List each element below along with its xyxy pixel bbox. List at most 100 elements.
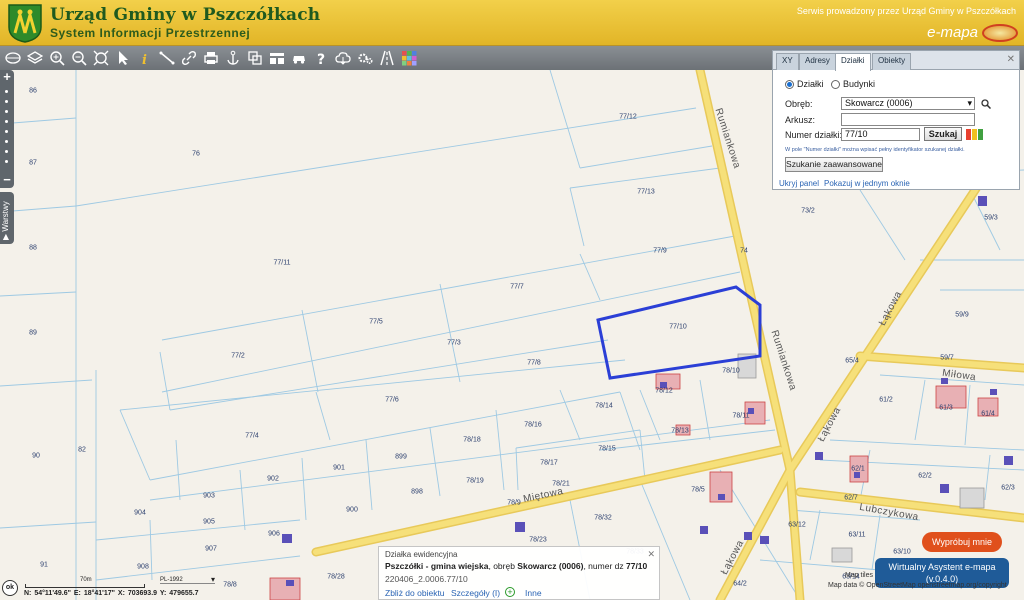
radio-budynki-dot[interactable] xyxy=(831,79,840,89)
plot-label: 82 xyxy=(78,446,86,454)
info-popup: Działka ewidencyjna Pszczółki - gmina wi… xyxy=(378,546,660,600)
obreb-select[interactable]: Skowarcz (0006) xyxy=(841,97,975,110)
plot-label: 62/1 xyxy=(851,465,865,473)
zoom-level-dot[interactable] xyxy=(5,130,8,133)
full-extent-icon[interactable] xyxy=(90,47,112,69)
color-yellow-swatch[interactable] xyxy=(972,129,977,140)
zoom-out-button[interactable]: − xyxy=(1,173,13,186)
plot-label: 78/12 xyxy=(655,387,673,395)
color-green-swatch[interactable] xyxy=(978,129,983,140)
info-icon[interactable]: i xyxy=(134,47,156,69)
radio-budynki[interactable]: Budynki xyxy=(831,79,875,89)
map-tiles-label: Map tiles xyxy=(845,572,874,579)
svg-text:?: ? xyxy=(317,52,325,66)
plot-label: 900 xyxy=(346,506,358,514)
plot-label: 62/2 xyxy=(918,472,932,480)
plot-label: 59/7 xyxy=(940,354,954,362)
zoom-level-dot[interactable] xyxy=(5,150,8,153)
tab-adresy[interactable]: Adresy xyxy=(799,53,836,70)
plus-icon[interactable]: + xyxy=(505,587,515,597)
plot-label: 86 xyxy=(29,87,37,95)
plot-label: 61/3 xyxy=(939,404,953,412)
zoom-level-dot[interactable] xyxy=(5,110,8,113)
plot-label: 90 xyxy=(32,452,40,460)
ok-button[interactable]: ok xyxy=(2,580,18,596)
info-close-icon[interactable]: ✕ xyxy=(647,549,655,560)
road-icon[interactable] xyxy=(376,47,398,69)
one-window-link[interactable]: Pokazuj w jednym oknie xyxy=(824,179,910,188)
zoom-in-icon[interactable] xyxy=(46,47,68,69)
plot-label: 62/3 xyxy=(1001,484,1015,492)
help-icon[interactable]: ? xyxy=(310,47,332,69)
plot-label: 77/10 xyxy=(669,323,687,331)
link-icon[interactable] xyxy=(178,47,200,69)
zoom-level-dot[interactable] xyxy=(5,140,8,143)
layers-tab[interactable]: ▶ Warstwy xyxy=(0,192,14,244)
zoom-to-object-link[interactable]: Zbliż do obiektu xyxy=(385,588,445,598)
radio-dzialki[interactable]: Działki xyxy=(785,79,824,89)
zoom-level-dot[interactable] xyxy=(5,120,8,123)
arkusz-label: Arkusz: xyxy=(785,115,816,125)
settings-icon[interactable] xyxy=(354,47,376,69)
status-bar: ok 70m PL-1992 N: 54°11'49.6" E: 18°41'1… xyxy=(0,575,300,600)
search-button[interactable]: Szukaj xyxy=(924,127,962,141)
advanced-search-button[interactable]: Szukanie zaawansowane xyxy=(785,157,883,172)
cloud-icon[interactable] xyxy=(332,47,354,69)
details-link[interactable]: Szczegóły (I) xyxy=(451,588,500,598)
coordinates-readout: N: 54°11'49.6" E: 18°41'17" X: 703693.9 … xyxy=(24,590,199,597)
svg-text:i: i xyxy=(142,53,147,66)
copy-icon[interactable] xyxy=(244,47,266,69)
zoom-in-button[interactable]: + xyxy=(1,70,13,83)
crs-select[interactable]: PL-1992 xyxy=(160,575,215,584)
brand-label: e-mapa xyxy=(927,24,978,41)
plot-label: 77/6 xyxy=(385,396,399,404)
service-note: Serwis prowadzony przez Urząd Gminy w Ps… xyxy=(796,6,1016,16)
plot-label: 77/13 xyxy=(637,188,655,196)
plot-label: 77/3 xyxy=(447,339,461,347)
info-obreb-text: , obręb xyxy=(488,561,518,571)
color-red-swatch[interactable] xyxy=(966,129,971,140)
zoom-level-dot[interactable] xyxy=(5,100,8,103)
info-identifier: 220406_2.0006.77/10 xyxy=(385,574,468,584)
plot-label: 904 xyxy=(134,509,146,517)
search-panel: XY Adresy Działki Obiekty ✕ Działki Budy… xyxy=(772,50,1020,190)
zoom-level-dot[interactable] xyxy=(5,160,8,163)
plot-label: 903 xyxy=(203,492,215,500)
zoom-out-icon[interactable] xyxy=(68,47,90,69)
try-me-button[interactable]: Wypróbuj mnie xyxy=(922,532,1002,552)
plot-label: 74 xyxy=(740,247,748,255)
layers-icon[interactable] xyxy=(24,47,46,69)
layout-icon[interactable] xyxy=(266,47,288,69)
tab-dzialki[interactable]: Działki xyxy=(835,53,871,71)
attribution-text: Map data © OpenStreetMap xyxy=(828,582,916,589)
plot-label: 78/13 xyxy=(671,427,689,435)
measure-icon[interactable] xyxy=(156,47,178,69)
plot-label: 77/9 xyxy=(653,247,667,255)
panel-close-icon[interactable]: ✕ xyxy=(1007,54,1015,65)
plot-label: 908 xyxy=(137,563,149,571)
zoom-level-dot[interactable] xyxy=(5,90,8,93)
car-icon[interactable] xyxy=(288,47,310,69)
tiles-icon[interactable] xyxy=(398,47,420,69)
tab-xy[interactable]: XY xyxy=(776,53,799,70)
plot-label: 78/9 xyxy=(507,499,521,507)
tab-obiekty[interactable]: Obiekty xyxy=(872,53,912,70)
arkusz-input[interactable] xyxy=(841,113,975,126)
anchor-icon[interactable] xyxy=(222,47,244,69)
hide-panel-link[interactable]: Ukryj panel xyxy=(779,179,819,188)
plot-label: 59/9 xyxy=(955,311,969,319)
obreb-label: Obręb: xyxy=(785,99,813,109)
globe-icon[interactable] xyxy=(2,47,24,69)
search-icon[interactable] xyxy=(981,99,991,109)
app-title: Urząd Gminy w Pszczółkach xyxy=(50,5,321,25)
numer-input[interactable]: 77/10 xyxy=(841,128,920,141)
plot-label: 61/2 xyxy=(879,396,893,404)
plot-label: 78/11 xyxy=(732,412,750,420)
attribution-link[interactable]: openstreetmap.org/copyright xyxy=(918,582,1007,589)
plot-label: 61/4 xyxy=(981,410,995,418)
other-link[interactable]: Inne xyxy=(525,588,542,598)
plot-label: 64/2 xyxy=(733,580,747,588)
print-icon[interactable] xyxy=(200,47,222,69)
radio-dzialki-dot[interactable] xyxy=(785,79,794,89)
pointer-icon[interactable] xyxy=(112,47,134,69)
